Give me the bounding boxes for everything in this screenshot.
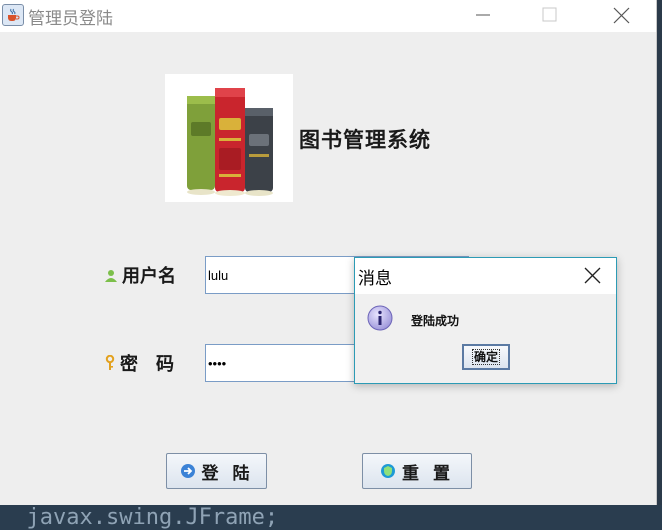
- key-icon: [104, 354, 116, 376]
- password-label: 密 码: [104, 350, 174, 376]
- password-label-text: 密 码: [120, 354, 174, 375]
- background-ide-text: javax.swing.JFrame;: [0, 505, 662, 530]
- login-button[interactable]: 登 陆: [166, 453, 267, 489]
- reset-button-label: 重 置: [402, 463, 454, 484]
- title-bar[interactable]: 管理员登陆: [0, 0, 656, 32]
- login-window: 管理员登陆 图书管理系统 用户名 lulu 密 码 •••• 登 陆 重 置: [0, 0, 657, 505]
- login-arrow-icon: [180, 464, 195, 478]
- ok-button-label: 确定: [471, 349, 500, 365]
- info-icon: [366, 304, 394, 336]
- books-logo: [165, 74, 293, 202]
- dialog-close-icon[interactable]: [579, 264, 605, 288]
- dialog-message: 登陆成功: [411, 314, 460, 328]
- username-label: 用户名: [104, 262, 176, 288]
- message-dialog: 消息 登陆成功 确定: [354, 257, 617, 384]
- reset-button[interactable]: 重 置: [362, 453, 472, 489]
- close-icon[interactable]: [598, 0, 644, 32]
- window-title: 管理员登陆: [28, 9, 113, 29]
- login-button-label: 登 陆: [201, 463, 254, 484]
- maximize-icon[interactable]: [527, 0, 573, 32]
- user-icon: [104, 267, 118, 288]
- username-label-text: 用户名: [122, 266, 176, 287]
- reset-shield-icon: [381, 464, 396, 478]
- minimize-icon[interactable]: [460, 0, 506, 32]
- app-title: 图书管理系统: [299, 127, 431, 152]
- dialog-title: 消息: [358, 269, 392, 289]
- dialog-title-bar[interactable]: 消息: [355, 258, 616, 294]
- java-cup-icon[interactable]: [2, 4, 24, 26]
- ok-button[interactable]: 确定: [462, 344, 510, 370]
